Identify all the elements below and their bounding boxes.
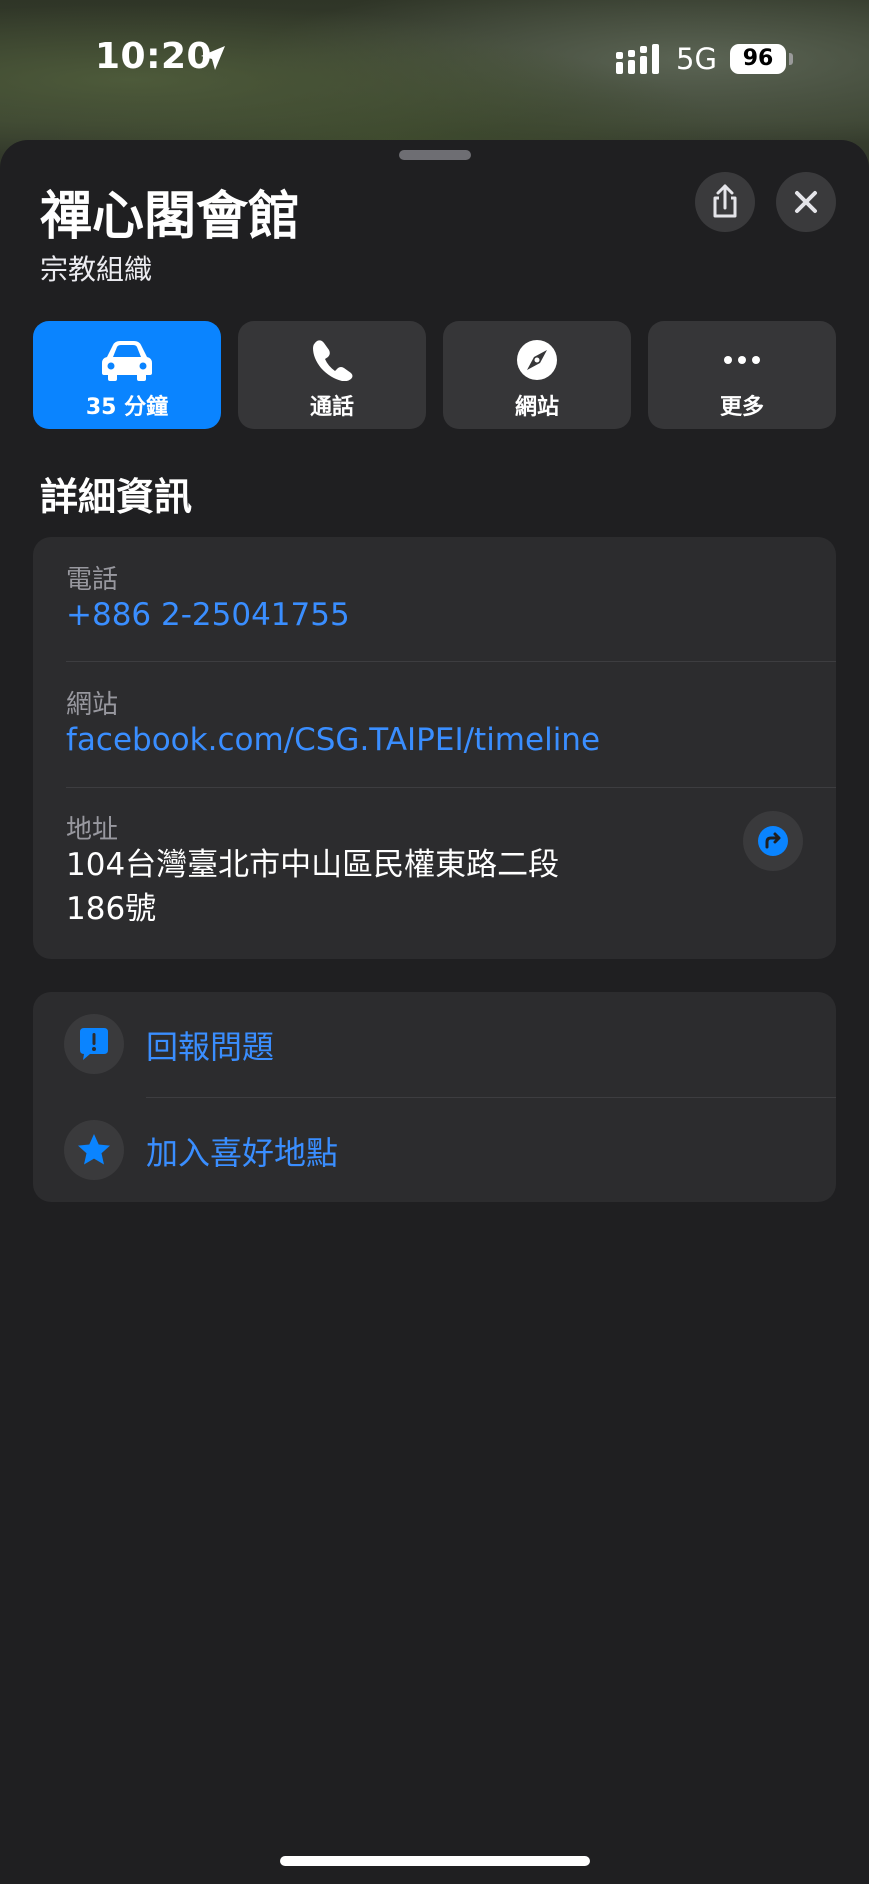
sheet-grabber[interactable] — [399, 150, 471, 160]
action-label-call: 通話 — [309, 395, 354, 420]
website-link[interactable]: facebook.com/CSG.TAIPEI/timeline — [66, 722, 600, 758]
details-divider — [66, 661, 836, 662]
address-directions-button[interactable] — [743, 811, 803, 871]
place-category: 宗教組織 — [40, 253, 153, 286]
network-type: 5G — [676, 42, 717, 76]
turn-arrow-icon — [758, 826, 788, 856]
place-card-screen: 10:20 5G 96 禪心閣會館 宗教組織 35 分鐘 通話 網站 更多 詳細… — [0, 0, 869, 1884]
address-label: 地址 — [66, 815, 119, 845]
call-button[interactable]: 通話 — [238, 321, 426, 429]
report-issue-icon-wrap — [64, 1014, 124, 1074]
details-heading: 詳細資訊 — [40, 475, 193, 519]
star-icon — [78, 1134, 110, 1165]
close-icon — [795, 191, 817, 213]
phone-icon — [313, 340, 353, 381]
report-issue-icon — [80, 1028, 108, 1060]
add-favorite-link[interactable]: 加入喜好地點 — [146, 1128, 338, 1174]
status-bar: 10:20 5G 96 — [0, 0, 869, 120]
home-indicator[interactable] — [280, 1856, 590, 1866]
details-divider — [66, 787, 836, 788]
more-button[interactable]: 更多 — [648, 321, 836, 429]
report-issue-link[interactable]: 回報問題 — [146, 1022, 274, 1068]
cellular-signal-icon — [616, 44, 659, 74]
place-sheet: 禪心閣會館 宗教組織 35 分鐘 通話 網站 更多 詳細資訊 電話 +886 2… — [0, 140, 869, 1884]
battery-indicator: 96 — [730, 44, 786, 74]
action-label-website: 網站 — [514, 395, 559, 420]
share-button[interactable] — [695, 172, 755, 232]
action-label-drive: 35 分鐘 — [85, 395, 169, 420]
place-title: 禪心閣會館 — [40, 187, 301, 247]
details-card: 電話 +886 2-25041755 網站 facebook.com/CSG.T… — [33, 537, 836, 959]
ellipsis-icon — [724, 356, 760, 364]
status-time: 10:20 — [95, 36, 213, 77]
location-arrow-icon — [201, 46, 225, 70]
phone-link[interactable]: +886 2-25041755 — [66, 597, 350, 633]
address-line-2: 186號 — [66, 891, 157, 927]
compass-icon — [517, 340, 557, 380]
action-label-more: 更多 — [719, 395, 764, 420]
extra-actions-card: 回報問題 加入喜好地點 — [33, 992, 836, 1202]
phone-label: 電話 — [66, 565, 119, 595]
battery-cap — [789, 53, 793, 65]
car-icon — [102, 341, 152, 381]
quick-actions: 35 分鐘 通話 網站 更多 — [33, 321, 836, 431]
address-value[interactable]: 104台灣臺北市中山區民權東路二段 186號 — [66, 843, 626, 931]
website-button[interactable]: 網站 — [443, 321, 631, 429]
website-label: 網站 — [66, 690, 119, 720]
close-button[interactable] — [776, 172, 836, 232]
actions-divider — [146, 1097, 836, 1098]
directions-drive-button[interactable]: 35 分鐘 — [33, 321, 221, 429]
favorite-icon-wrap — [64, 1120, 124, 1180]
address-line-1: 104台灣臺北市中山區民權東路二段 — [66, 847, 560, 883]
share-icon — [713, 184, 737, 218]
